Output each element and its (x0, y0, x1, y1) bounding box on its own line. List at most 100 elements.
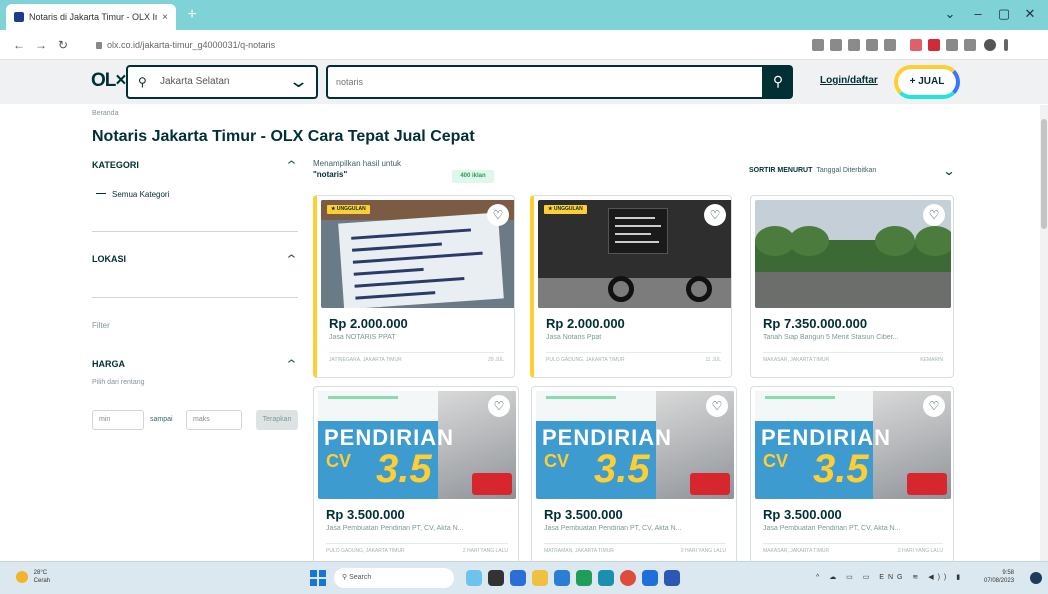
chevron-up-icon[interactable]: ⌃ (284, 252, 298, 268)
listing-date: 2 HARI YANG LALU (462, 548, 508, 554)
chevron-up-icon[interactable]: ⌃ (284, 158, 298, 174)
olx-logo[interactable]: OL× (91, 70, 126, 92)
app-icon[interactable] (598, 570, 614, 586)
listing-card[interactable]: ★ UNGGULAN ♡ Rp 2.000.000 Jasa Notaris P… (530, 195, 732, 378)
listing-price: Rp 3.500.000 (544, 507, 623, 522)
chat-icon[interactable] (510, 570, 526, 586)
search-input[interactable] (328, 67, 762, 97)
extension-icon[interactable] (830, 39, 842, 51)
category-all-item[interactable]: Semua Kategori (96, 190, 169, 199)
listing-price: Rp 7.350.000.000 (763, 316, 868, 331)
new-tab-button[interactable]: + (182, 6, 202, 24)
back-icon[interactable]: ← (12, 38, 26, 52)
windows-start-icon[interactable] (310, 570, 326, 586)
system-tray[interactable]: ^ ☁ ▭ ▭ ENG ≋ ◀)) ▮ (816, 573, 964, 581)
extension-icon[interactable] (910, 39, 922, 51)
category-header[interactable]: KATEGORI (92, 160, 139, 170)
listing-title[interactable]: Jasa Pembuatan Pendirian PT, CV, Akta N.… (763, 525, 943, 532)
close-window-button[interactable]: ✕ (1020, 6, 1040, 22)
listing-image[interactable]: ♡ (755, 200, 951, 308)
weather-widget[interactable]: 28°C Cerah (16, 569, 50, 585)
url-text: olx.co.id/jakarta-timur_g4000031/q-notar… (107, 40, 276, 50)
breadcrumb[interactable]: Beranda (92, 110, 118, 117)
favorite-heart-icon[interactable]: ♡ (487, 204, 509, 226)
divider (763, 352, 943, 353)
chevron-up-icon[interactable]: ⌃ (284, 357, 298, 373)
listing-title[interactable]: Jasa Notaris Ppat (546, 334, 726, 341)
profile-avatar[interactable] (984, 39, 996, 51)
listing-title[interactable]: Jasa Pembuatan Pendirian PT, CV, Akta N.… (544, 525, 724, 532)
favorite-heart-icon[interactable]: ♡ (488, 395, 510, 417)
login-link[interactable]: Login/daftar (820, 75, 878, 86)
taskbar: 28°C Cerah ⚲ Search ^ ☁ ▭ ▭ ENG ≋ ◀)) ▮ … (0, 561, 1048, 594)
url-field[interactable]: olx.co.id/jakarta-timur_g4000031/q-notar… (86, 36, 776, 54)
sell-button[interactable]: + JUAL (894, 65, 960, 99)
location-select[interactable]: ⚲ Jakarta Selatan ⌄ (126, 65, 318, 99)
price-header[interactable]: HARGA (92, 359, 125, 369)
listing-price: Rp 2.000.000 (329, 316, 408, 331)
listing-card[interactable]: PENDIRIAN CV 3.5 ♡ Rp 3.500.000 Jasa Pem… (531, 386, 737, 566)
listing-location: MATRAMAN, JAKARTA TIMUR (544, 548, 614, 554)
address-bar: ← → ↻ olx.co.id/jakarta-timur_g4000031/q… (0, 30, 1048, 60)
apply-price-button[interactable]: Terapkan (256, 410, 298, 430)
app-icon[interactable] (576, 570, 592, 586)
store-icon[interactable] (554, 570, 570, 586)
favorite-heart-icon[interactable]: ♡ (706, 395, 728, 417)
favorite-heart-icon[interactable]: ♡ (923, 204, 945, 226)
file-explorer-icon[interactable] (532, 570, 548, 586)
tab-close-icon[interactable]: × (162, 12, 168, 23)
browser-tab[interactable]: Notaris di Jakarta Timur - OLX Ind... × (6, 4, 176, 30)
sidebar-icon[interactable] (964, 39, 976, 51)
divider (92, 231, 298, 232)
listing-image[interactable]: PENDIRIAN CV 3.5 ♡ (536, 391, 734, 499)
favorite-heart-icon[interactable]: ♡ (704, 204, 726, 226)
listing-image[interactable]: ★ UNGGULAN ♡ (538, 200, 731, 308)
reload-icon[interactable]: ↻ (56, 38, 70, 52)
favorite-heart-icon[interactable]: ♡ (923, 395, 945, 417)
search-button[interactable]: ⚲ (763, 65, 793, 99)
listing-image[interactable]: PENDIRIAN CV 3.5 ♡ (318, 391, 516, 499)
extension-icon[interactable] (866, 39, 878, 51)
chevron-down-icon[interactable]: ⌄ (942, 164, 955, 178)
listing-location: MAKASAR, JAKARTA TIMUR (763, 548, 830, 554)
location-header[interactable]: LOKASI (92, 254, 126, 264)
search-field[interactable] (326, 65, 764, 99)
notification-icon[interactable] (1030, 572, 1042, 584)
listing-title[interactable]: Tanah Siap Bangun 5 Menit Stasiun Ciber.… (763, 334, 943, 341)
scrollbar-thumb[interactable] (1041, 119, 1047, 229)
star-icon[interactable] (884, 39, 896, 51)
app-icon[interactable] (642, 570, 658, 586)
listing-card[interactable]: ★ UNGGULAN ♡ Rp 2.000.000 Jasa NOTARIS P… (313, 195, 515, 378)
listing-title[interactable]: Jasa NOTARIS PPAT (329, 334, 509, 341)
app-icon[interactable] (664, 570, 680, 586)
listing-date: 2 HARI YANG LALU (897, 548, 943, 554)
page-scrollbar[interactable] (1040, 105, 1048, 561)
featured-badge: ★ UNGGULAN (327, 205, 370, 214)
price-max-input[interactable]: maks (186, 410, 242, 430)
extension-icon[interactable] (928, 39, 940, 51)
listing-card[interactable]: PENDIRIAN CV 3.5 ♡ Rp 3.500.000 Jasa Pem… (313, 386, 519, 566)
price-min-input[interactable]: min (92, 410, 144, 430)
maximize-button[interactable]: ▢ (994, 6, 1014, 22)
extensions-puzzle-icon[interactable] (946, 39, 958, 51)
browser-menu-icon[interactable] (1004, 39, 1008, 51)
listing-image[interactable]: ★ UNGGULAN ♡ (321, 200, 514, 308)
weather-temp: 28°C (33, 570, 48, 576)
listing-image[interactable]: PENDIRIAN CV 3.5 ♡ (755, 391, 951, 499)
taskbar-search[interactable]: ⚲ Search (334, 568, 454, 588)
tab-search-icon[interactable]: ⌄ (940, 6, 960, 22)
task-view-icon[interactable] (488, 570, 504, 586)
chrome-icon[interactable] (620, 570, 636, 586)
forward-icon[interactable]: → (34, 38, 48, 52)
extension-icon[interactable] (812, 39, 824, 51)
sort-select[interactable]: SORTIR MENURUT Tanggal Diterbitkan (749, 167, 876, 174)
search-icon: ⚲ (772, 73, 784, 89)
clock[interactable]: 9:58 07/08/2023 (984, 569, 1014, 585)
minimize-button[interactable]: – (968, 6, 988, 21)
promo-number: 3.5 (813, 447, 869, 491)
extension-icon[interactable] (848, 39, 860, 51)
widgets-icon[interactable] (466, 570, 482, 586)
listing-card[interactable]: PENDIRIAN CV 3.5 ♡ Rp 3.500.000 Jasa Pem… (750, 386, 954, 566)
listing-title[interactable]: Jasa Pembuatan Pendirian PT, CV, Akta N.… (326, 525, 506, 532)
listing-card[interactable]: ♡ Rp 7.350.000.000 Tanah Siap Bangun 5 M… (750, 195, 954, 378)
